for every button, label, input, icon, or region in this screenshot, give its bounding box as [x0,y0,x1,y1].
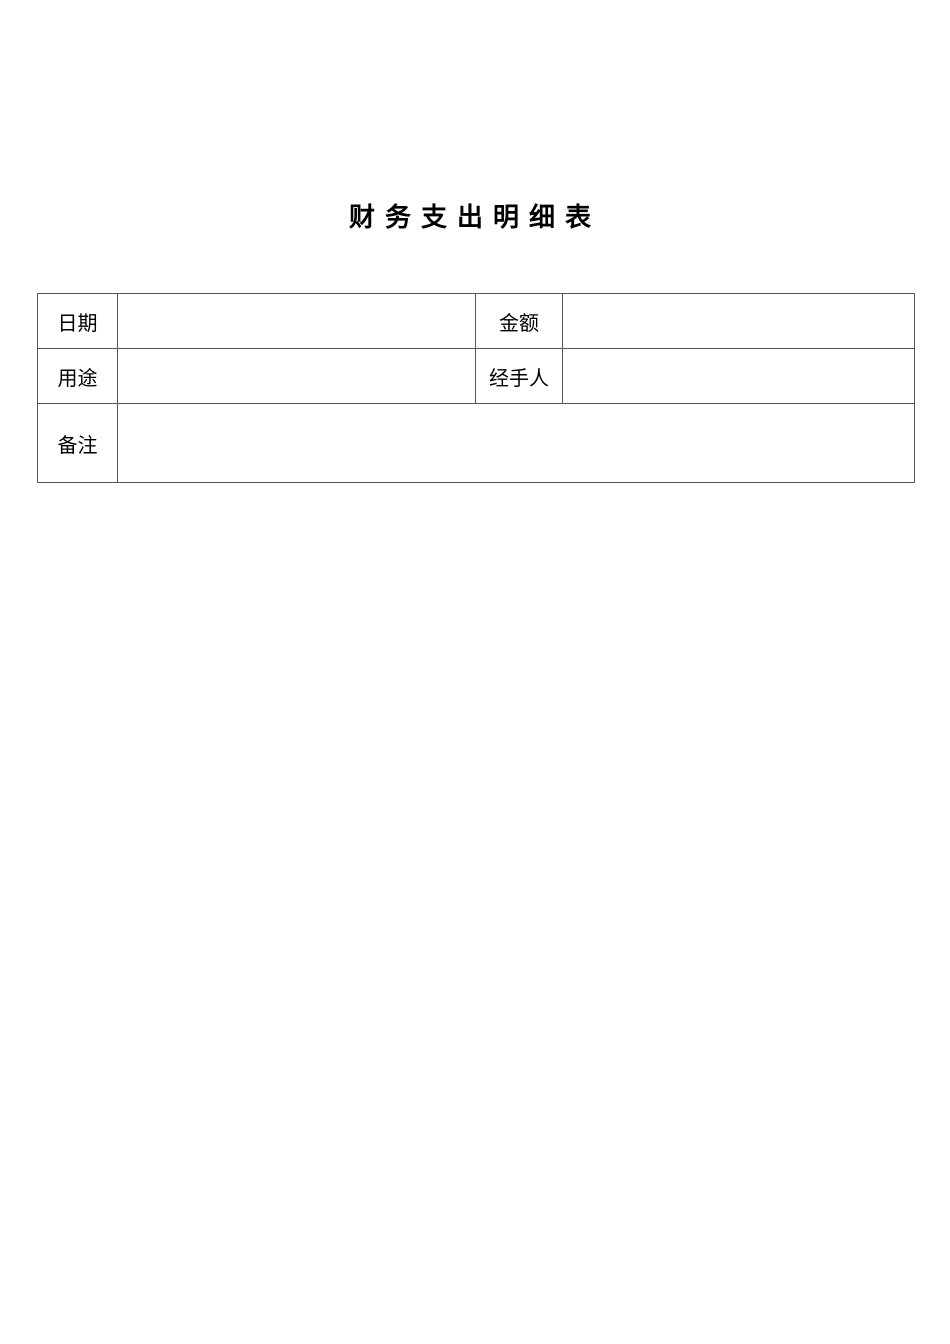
expense-detail-table: 日期 金额 用途 经手人 备注 [37,293,915,483]
remarks-label: 备注 [37,403,118,483]
handler-field[interactable] [562,348,915,404]
purpose-field[interactable] [117,348,476,404]
document-title: 财务支出明细表 [348,203,601,233]
date-label: 日期 [37,293,118,349]
amount-label: 金额 [475,293,563,349]
table-row: 备注 [37,403,915,483]
table-row: 用途 经手人 [37,348,915,404]
purpose-label: 用途 [37,348,118,404]
handler-label: 经手人 [475,348,563,404]
date-field[interactable] [117,293,476,349]
amount-field[interactable] [562,293,915,349]
remarks-field[interactable] [117,403,915,483]
table-row: 日期 金额 [37,293,915,349]
